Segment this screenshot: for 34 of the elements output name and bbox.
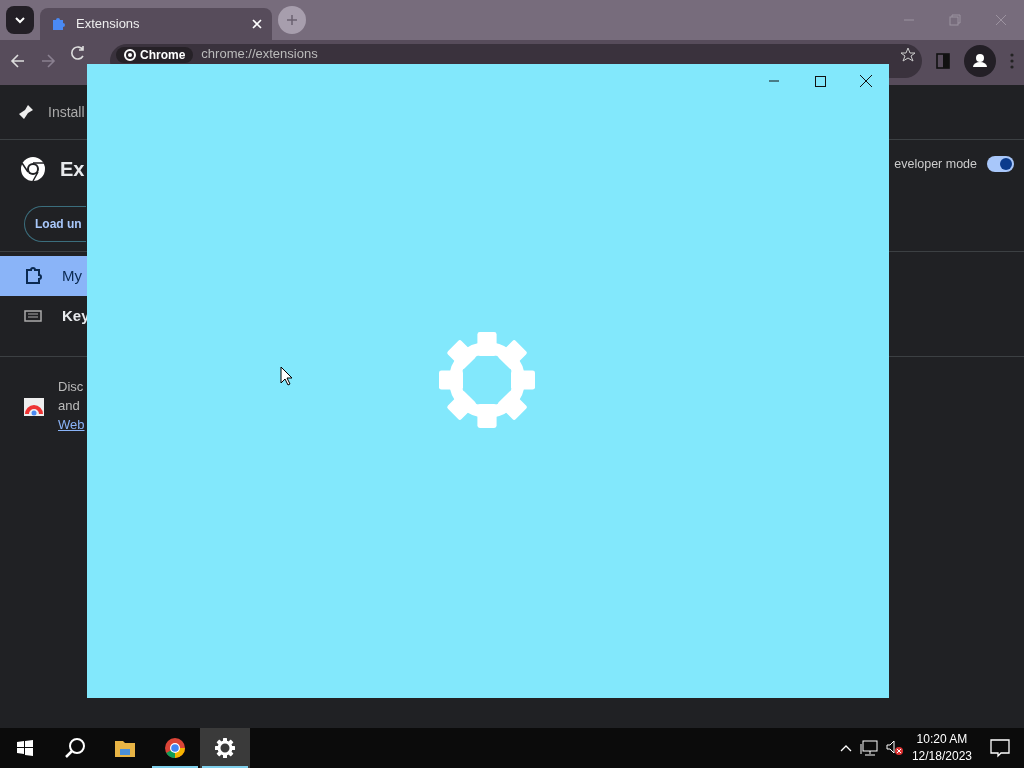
puzzle-icon bbox=[24, 267, 42, 285]
plus-icon bbox=[286, 14, 298, 26]
network-icon[interactable] bbox=[859, 740, 878, 756]
windows-logo-icon bbox=[17, 740, 33, 756]
search-icon bbox=[64, 737, 86, 759]
close-icon[interactable] bbox=[860, 75, 872, 87]
chevron-up-icon[interactable] bbox=[839, 744, 852, 752]
tab-title: Extensions bbox=[76, 15, 141, 34]
nav-item[interactable]: My bbox=[0, 256, 87, 296]
page-title: Ex bbox=[60, 156, 85, 182]
reload-icon[interactable] bbox=[70, 44, 86, 62]
keyboard-icon bbox=[24, 309, 42, 323]
maximize-icon[interactable] bbox=[814, 75, 826, 87]
web-store-link[interactable]: Web bbox=[58, 417, 85, 432]
url-text: chrome://extensions bbox=[201, 46, 318, 61]
developer-mode-toggle[interactable] bbox=[987, 156, 1014, 173]
profile-icon[interactable] bbox=[964, 44, 996, 78]
browser-tab[interactable]: Extensions bbox=[40, 8, 272, 40]
muted-volume-icon[interactable] bbox=[885, 740, 904, 756]
star-icon[interactable] bbox=[900, 47, 916, 63]
gear-icon bbox=[214, 737, 236, 759]
promo-text: Disc and Web bbox=[58, 378, 85, 434]
web-store-icon bbox=[24, 395, 44, 416]
puzzle-icon bbox=[50, 16, 66, 32]
tab-search-button[interactable] bbox=[6, 6, 34, 34]
clock[interactable]: 10:20 AM 12/18/2023 bbox=[911, 731, 972, 765]
taskbar-app[interactable] bbox=[200, 728, 250, 768]
chevron-down-icon bbox=[14, 16, 26, 24]
gear-icon bbox=[439, 332, 535, 428]
notification-icon[interactable] bbox=[990, 738, 1010, 758]
banner-text: Install bbox=[48, 102, 85, 122]
cursor-icon bbox=[280, 366, 293, 386]
developer-mode-label: eveloper mode bbox=[894, 156, 977, 173]
site-chip[interactable]: Chrome bbox=[116, 47, 194, 63]
